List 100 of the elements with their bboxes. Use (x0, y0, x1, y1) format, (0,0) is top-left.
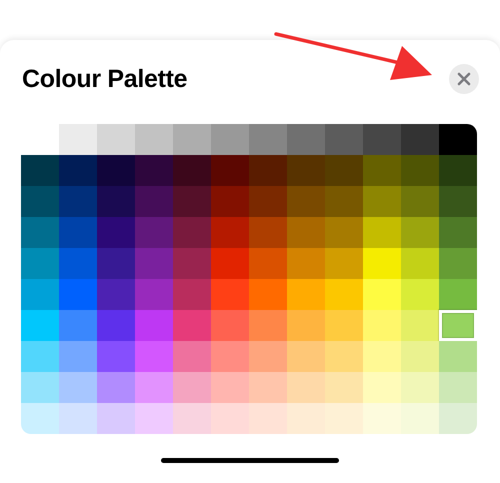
colour-swatch[interactable] (287, 372, 325, 403)
colour-swatch[interactable] (363, 186, 401, 217)
colour-swatch[interactable] (325, 279, 363, 310)
colour-swatch[interactable] (211, 124, 249, 155)
colour-swatch[interactable] (211, 186, 249, 217)
colour-swatch[interactable] (439, 372, 477, 403)
colour-swatch[interactable] (401, 341, 439, 372)
colour-swatch[interactable] (287, 186, 325, 217)
colour-swatch[interactable] (135, 341, 173, 372)
colour-swatch[interactable] (287, 310, 325, 341)
colour-swatch[interactable] (363, 341, 401, 372)
colour-swatch[interactable] (211, 310, 249, 341)
colour-swatch[interactable] (325, 155, 363, 186)
colour-swatch[interactable] (401, 186, 439, 217)
colour-swatch[interactable] (439, 310, 477, 341)
colour-swatch[interactable] (21, 248, 59, 279)
colour-swatch[interactable] (173, 403, 211, 434)
colour-swatch[interactable] (97, 217, 135, 248)
colour-swatch[interactable] (211, 341, 249, 372)
colour-swatch[interactable] (363, 248, 401, 279)
colour-swatch[interactable] (173, 310, 211, 341)
colour-swatch[interactable] (173, 124, 211, 155)
colour-swatch[interactable] (401, 155, 439, 186)
colour-swatch[interactable] (287, 341, 325, 372)
colour-swatch[interactable] (97, 403, 135, 434)
colour-swatch[interactable] (363, 155, 401, 186)
colour-swatch[interactable] (21, 341, 59, 372)
colour-swatch[interactable] (439, 217, 477, 248)
colour-swatch[interactable] (325, 186, 363, 217)
colour-swatch[interactable] (97, 155, 135, 186)
colour-swatch[interactable] (249, 403, 287, 434)
colour-swatch[interactable] (211, 279, 249, 310)
colour-swatch[interactable] (401, 372, 439, 403)
colour-swatch[interactable] (287, 403, 325, 434)
colour-swatch[interactable] (135, 403, 173, 434)
colour-swatch[interactable] (59, 124, 97, 155)
colour-swatch[interactable] (97, 124, 135, 155)
colour-swatch[interactable] (401, 217, 439, 248)
colour-swatch[interactable] (363, 124, 401, 155)
colour-swatch[interactable] (21, 279, 59, 310)
colour-swatch[interactable] (325, 217, 363, 248)
colour-swatch[interactable] (249, 186, 287, 217)
close-button[interactable] (449, 64, 479, 94)
colour-swatch[interactable] (135, 186, 173, 217)
colour-swatch[interactable] (211, 372, 249, 403)
colour-swatch[interactable] (97, 341, 135, 372)
colour-swatch[interactable] (287, 279, 325, 310)
colour-swatch[interactable] (249, 155, 287, 186)
colour-swatch[interactable] (249, 310, 287, 341)
colour-swatch[interactable] (59, 372, 97, 403)
colour-swatch[interactable] (173, 279, 211, 310)
colour-swatch[interactable] (173, 341, 211, 372)
colour-swatch[interactable] (439, 155, 477, 186)
colour-swatch[interactable] (363, 279, 401, 310)
colour-swatch[interactable] (135, 279, 173, 310)
colour-swatch[interactable] (401, 403, 439, 434)
colour-swatch[interactable] (21, 155, 59, 186)
colour-swatch[interactable] (363, 217, 401, 248)
colour-swatch[interactable] (363, 403, 401, 434)
colour-swatch[interactable] (363, 310, 401, 341)
colour-swatch[interactable] (59, 279, 97, 310)
colour-swatch[interactable] (59, 186, 97, 217)
colour-swatch[interactable] (135, 217, 173, 248)
colour-swatch[interactable] (249, 341, 287, 372)
colour-swatch[interactable] (211, 155, 249, 186)
colour-swatch[interactable] (97, 279, 135, 310)
colour-swatch[interactable] (325, 310, 363, 341)
colour-swatch[interactable] (173, 217, 211, 248)
colour-swatch[interactable] (325, 124, 363, 155)
colour-swatch[interactable] (325, 403, 363, 434)
colour-swatch[interactable] (59, 310, 97, 341)
colour-swatch[interactable] (249, 248, 287, 279)
colour-swatch[interactable] (135, 248, 173, 279)
colour-swatch[interactable] (249, 124, 287, 155)
colour-swatch[interactable] (325, 248, 363, 279)
colour-swatch[interactable] (21, 217, 59, 248)
colour-swatch[interactable] (21, 372, 59, 403)
colour-swatch[interactable] (59, 341, 97, 372)
colour-swatch[interactable] (325, 341, 363, 372)
colour-swatch[interactable] (439, 403, 477, 434)
colour-swatch[interactable] (401, 279, 439, 310)
colour-swatch[interactable] (401, 310, 439, 341)
colour-swatch[interactable] (97, 372, 135, 403)
colour-swatch[interactable] (439, 124, 477, 155)
colour-swatch[interactable] (21, 310, 59, 341)
colour-swatch[interactable] (401, 124, 439, 155)
colour-swatch[interactable] (21, 186, 59, 217)
colour-swatch[interactable] (363, 372, 401, 403)
colour-swatch[interactable] (97, 186, 135, 217)
colour-swatch[interactable] (325, 372, 363, 403)
colour-swatch[interactable] (135, 124, 173, 155)
colour-swatch[interactable] (211, 403, 249, 434)
colour-swatch[interactable] (173, 186, 211, 217)
colour-swatch[interactable] (173, 372, 211, 403)
colour-swatch[interactable] (135, 310, 173, 341)
colour-swatch[interactable] (439, 279, 477, 310)
colour-swatch[interactable] (135, 155, 173, 186)
colour-swatch[interactable] (249, 372, 287, 403)
colour-swatch[interactable] (287, 155, 325, 186)
colour-swatch[interactable] (211, 217, 249, 248)
